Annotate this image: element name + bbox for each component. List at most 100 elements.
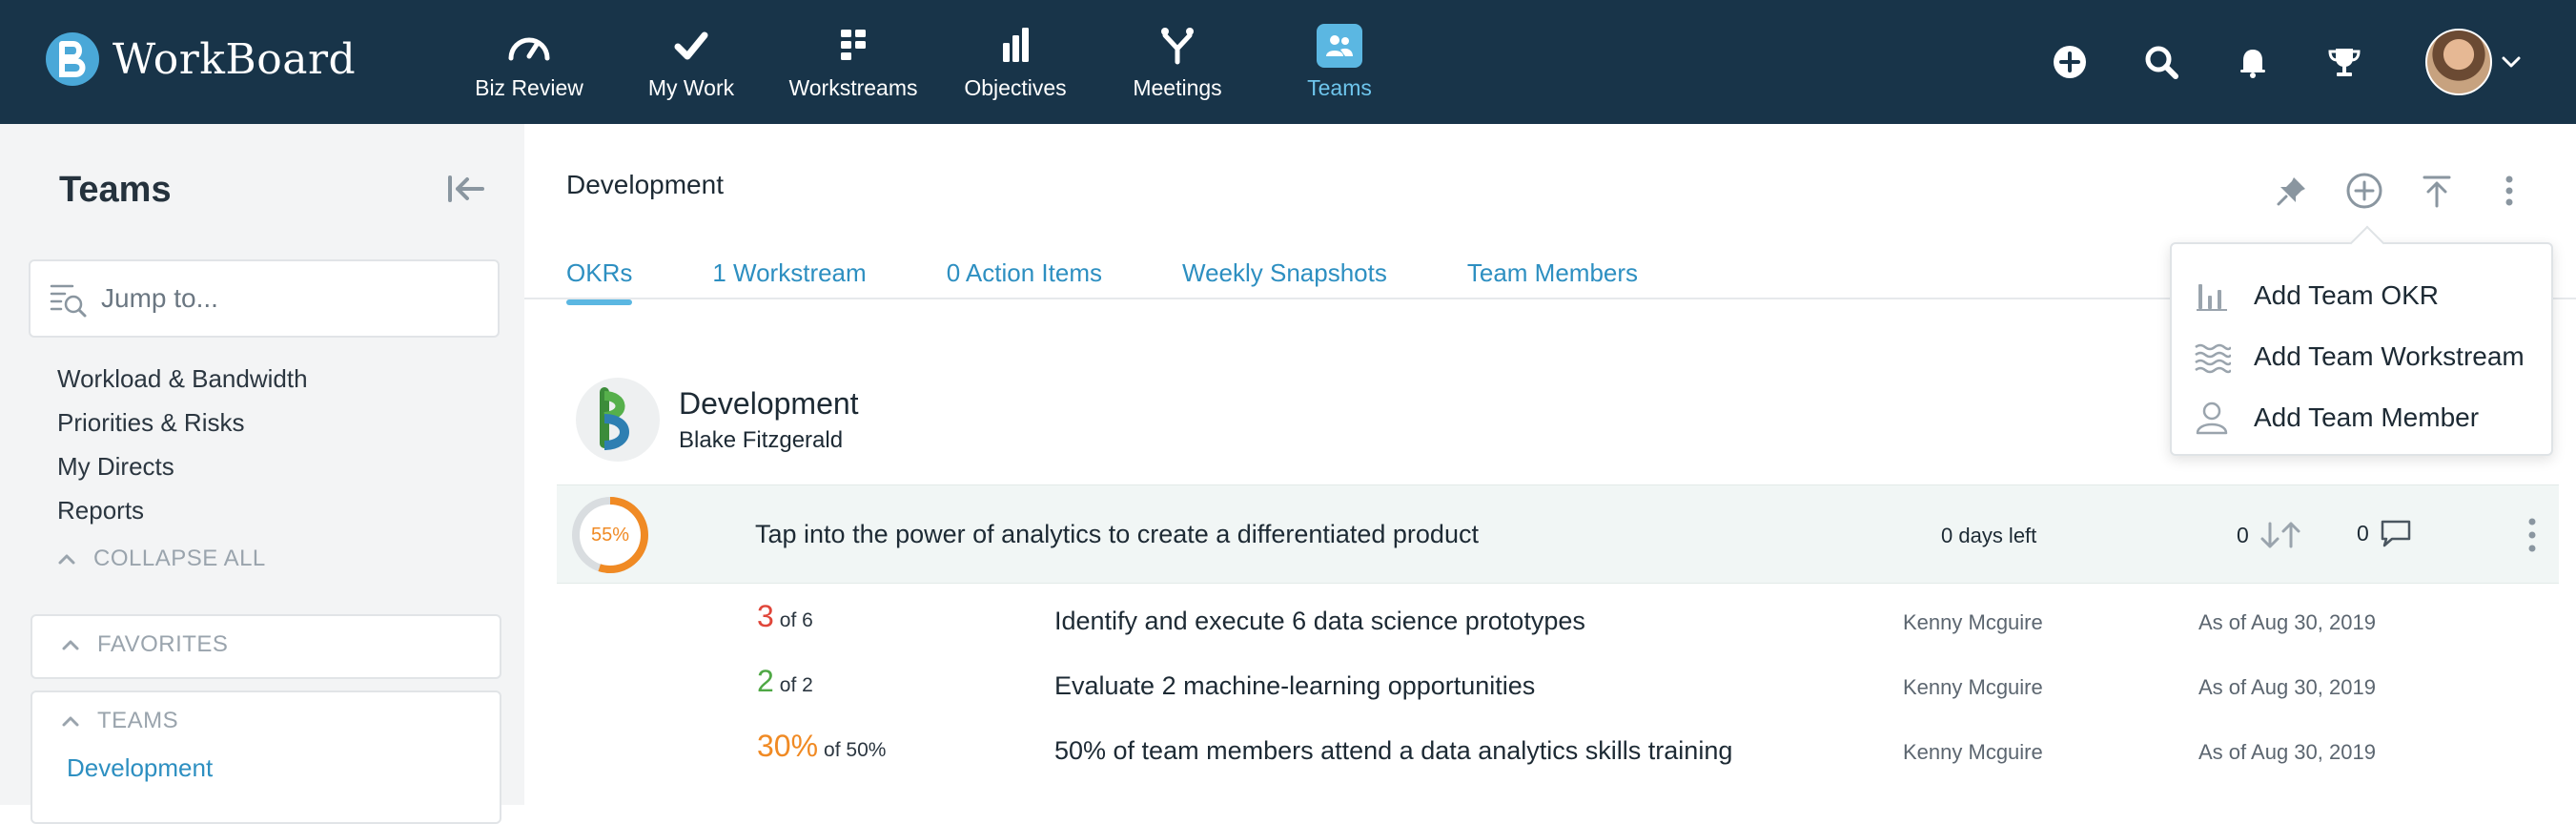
jump-to-input[interactable] — [101, 283, 482, 314]
objective-title[interactable]: Tap into the power of analytics to creat… — [755, 520, 1479, 549]
kr-progress: 3 of 6 — [757, 599, 813, 634]
teams-label: TEAMS — [97, 708, 179, 733]
objective-comments[interactable]: 0 — [2357, 518, 2413, 548]
okr-bars-icon — [2197, 284, 2227, 311]
kr-value: 2 — [757, 664, 774, 698]
team-header-card: Development Blake Fitzgerald — [576, 378, 859, 462]
meetings-icon — [1161, 27, 1194, 64]
pin-icon — [2277, 177, 2305, 206]
upload-icon — [2423, 175, 2451, 208]
search-button[interactable] — [2137, 38, 2185, 86]
nav-meetings[interactable]: Meetings — [1096, 0, 1258, 124]
objective-votes[interactable]: 0 — [2237, 520, 2304, 550]
logo-text: WorkBoard — [112, 34, 357, 84]
plus-circle-icon — [2054, 46, 2086, 78]
add-team-member-item[interactable]: Add Team Member — [2193, 389, 2479, 446]
comment-icon — [2381, 520, 2411, 547]
trophy-icon — [2328, 49, 2361, 76]
key-result-row[interactable]: 3 of 6 Identify and execute 6 data scienc… — [524, 586, 2576, 650]
favorites-label: FAVORITES — [97, 631, 229, 657]
teams-panel: TEAMS Development — [31, 690, 501, 824]
workstream-waves-icon — [2195, 343, 2231, 374]
sidebar-title: Teams — [59, 170, 172, 210]
chevron-down-icon[interactable] — [2500, 51, 2523, 73]
kr-value: 3 — [757, 599, 774, 633]
kr-owner: Kenny Mcguire — [1903, 740, 2043, 764]
up-down-arrows-icon — [2260, 522, 2300, 548]
more-vertical-icon — [2505, 175, 2513, 206]
add-team-okr-label: Add Team OKR — [2254, 280, 2440, 310]
favorites-header[interactable]: FAVORITES — [32, 616, 500, 673]
kr-progress: 2 of 2 — [757, 664, 813, 699]
sidebar-item-reports[interactable]: Reports — [57, 488, 308, 532]
teams-header[interactable]: TEAMS — [32, 692, 500, 750]
add-team-item-button[interactable] — [2343, 170, 2385, 212]
teams-icon — [1317, 23, 1362, 68]
nav-label: Workstreams — [788, 74, 918, 100]
nav-label: Teams — [1307, 74, 1372, 100]
nav-label: My Work — [647, 74, 735, 100]
chevron-up-icon — [58, 554, 75, 565]
objective-progress-label: 55% — [590, 524, 630, 546]
page-title: Development — [566, 170, 724, 199]
kr-value: 30% — [757, 729, 819, 763]
objective-row[interactable]: 55% Tap into the power of analytics to c… — [557, 484, 2559, 584]
collapse-all-label: COLLAPSE ALL — [93, 546, 266, 571]
chevron-up-icon — [62, 716, 79, 727]
add-team-member-label: Add Team Member — [2254, 402, 2480, 432]
nav-biz-review[interactable]: Biz Review — [448, 0, 610, 124]
team-card-owner: Blake Fitzgerald — [679, 426, 844, 453]
more-options-button[interactable] — [2488, 170, 2530, 212]
sidebar-team-development[interactable]: Development — [32, 753, 500, 783]
nav-label: Meetings — [1133, 74, 1222, 100]
jump-to-search[interactable] — [29, 259, 500, 338]
key-result-row[interactable]: 2 of 2 Evaluate 2 machine-learning opport… — [524, 650, 2576, 715]
votes-count: 0 — [2237, 522, 2249, 547]
check-icon — [674, 31, 708, 59]
team-card-title[interactable]: Development — [679, 386, 859, 422]
nav-label: Objectives — [964, 74, 1067, 100]
nav-label: Biz Review — [475, 74, 583, 100]
add-team-dropdown: Add Team OKR Add Team Workstream Add Tea… — [2170, 242, 2553, 456]
add-team-workstream-label: Add Team Workstream — [2254, 341, 2525, 371]
bell-icon — [2240, 50, 2265, 78]
kr-title[interactable]: Identify and execute 6 data science prot… — [1054, 607, 1585, 636]
kr-title[interactable]: 50% of team members attend a data analyt… — [1054, 736, 1732, 766]
sidebar-item-my-directs[interactable]: My Directs — [57, 444, 308, 488]
add-team-workstream-item[interactable]: Add Team Workstream — [2193, 328, 2525, 385]
key-result-row[interactable]: 30% of 50% 50% of team members attend a d… — [524, 715, 2576, 780]
kr-date: As of Aug 30, 2019 — [2198, 740, 2376, 764]
add-button[interactable] — [2046, 38, 2094, 86]
notifications-button[interactable] — [2229, 38, 2277, 86]
bar-chart-icon — [1003, 27, 1029, 62]
add-team-okr-item[interactable]: Add Team OKR — [2193, 267, 2439, 324]
user-avatar[interactable] — [2425, 29, 2492, 95]
achievements-button[interactable] — [2320, 38, 2368, 86]
team-main-content: Development OKRs 1 Workstream 0 Action I… — [524, 124, 2576, 805]
favorites-panel: FAVORITES — [31, 614, 501, 679]
pin-button[interactable] — [2271, 170, 2313, 212]
comments-count: 0 — [2357, 520, 2369, 546]
kr-date: As of Aug 30, 2019 — [2198, 675, 2376, 699]
kr-target: of 50% — [824, 739, 887, 761]
nav-my-work[interactable]: My Work — [610, 0, 772, 124]
workboard-logo-icon — [46, 32, 99, 86]
sidebar-item-workload[interactable]: Workload & Bandwidth — [57, 357, 308, 401]
collapse-sidebar-icon[interactable] — [444, 172, 486, 206]
person-icon — [2196, 402, 2228, 435]
top-navigation-bar: WorkBoard Biz Review My Work Workstreams… — [0, 0, 2576, 124]
export-button[interactable] — [2416, 170, 2458, 212]
collapse-all-button[interactable]: COLLAPSE ALL — [57, 546, 266, 572]
kr-title[interactable]: Evaluate 2 machine-learning opportunitie… — [1054, 671, 1535, 701]
plus-circle-outline-icon — [2346, 173, 2382, 209]
sidebar-item-priorities[interactable]: Priorities & Risks — [57, 401, 308, 444]
search-icon — [2145, 46, 2178, 79]
nav-teams[interactable]: Teams — [1258, 0, 1421, 124]
more-vertical-icon[interactable] — [2523, 514, 2542, 556]
objective-days-left: 0 days left — [1941, 524, 2037, 547]
nav-objectives[interactable]: Objectives — [934, 0, 1096, 124]
team-actions — [2240, 170, 2530, 212]
workboard-logo[interactable]: WorkBoard — [46, 32, 356, 86]
kr-owner: Kenny Mcguire — [1903, 675, 2043, 699]
nav-workstreams[interactable]: Workstreams — [772, 0, 934, 124]
